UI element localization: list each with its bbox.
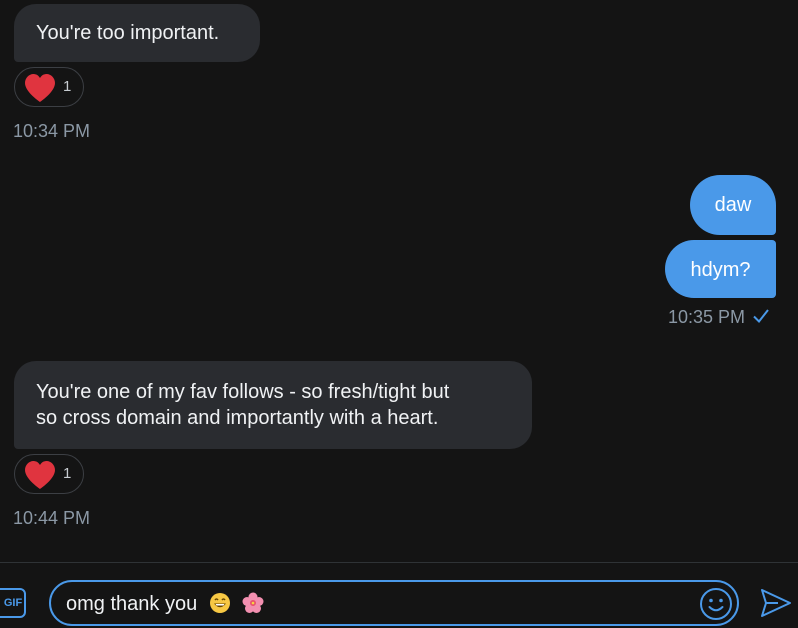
smiley-icon[interactable] (699, 587, 733, 621)
message-text-line: so cross domain and importantly with a h… (36, 407, 439, 429)
message-text: hdym? (690, 259, 751, 281)
message-text: daw (714, 194, 752, 216)
heart-icon (25, 461, 55, 489)
grinning-face-emoji-icon (209, 593, 230, 613)
reaction-count: 1 (63, 78, 72, 95)
composer-divider (0, 562, 798, 563)
reaction-count: 1 (63, 465, 72, 482)
gif-button[interactable]: GIF (0, 588, 26, 618)
message-timestamp-row: 10:35 PM (668, 307, 770, 328)
message-text: You're too important. (36, 22, 220, 44)
draft-text: omg thank you (66, 593, 198, 615)
gif-label: GIF (3, 597, 23, 609)
draft-text-row: omg thank you (66, 592, 264, 616)
message-input[interactable]: omg thank you (49, 580, 739, 626)
message-timestamp: 10:44 PM (13, 508, 91, 528)
message-bubble-outgoing[interactable]: daw (690, 175, 776, 235)
message-text-line: You're one of my fav follows - so fresh/… (36, 381, 450, 403)
message-timestamp: 10:35 PM (668, 307, 746, 327)
reaction-pill[interactable]: 1 (14, 454, 84, 494)
message-timestamp: 10:34 PM (13, 121, 91, 141)
message-bubble-incoming[interactable]: You're too important. (14, 4, 260, 62)
send-icon[interactable] (760, 588, 792, 618)
read-check-icon (753, 309, 769, 324)
reaction-pill[interactable]: 1 (14, 67, 84, 107)
message-bubble-incoming[interactable]: You're one of my fav follows - so fresh/… (14, 361, 532, 449)
hibiscus-emoji-icon (242, 592, 264, 613)
message-bubble-outgoing[interactable]: hdym? (665, 240, 776, 298)
heart-icon (25, 74, 55, 102)
